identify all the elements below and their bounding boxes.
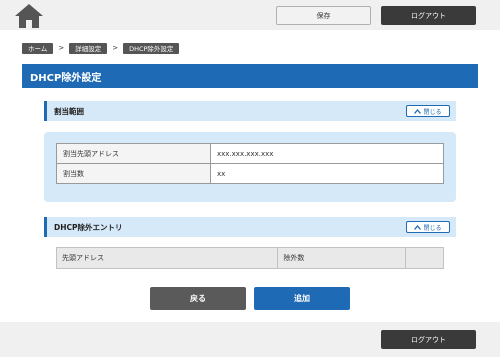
save-button[interactable]: 保存 [276,6,371,25]
row-label: 割当先頭アドレス [56,143,211,164]
home-icon[interactable] [14,3,44,29]
collapse-button-range[interactable]: 閉じる [406,105,450,117]
row-value: xx [210,163,444,184]
breadcrumb: ホーム > 詳細設定 > DHCP除外設定 [22,42,180,54]
table-row: 割当数 xx [56,163,444,184]
section-header-range: 割当範囲 閉じる [44,101,456,121]
content-area [22,88,478,322]
top-header: 保存 ログアウト [0,0,500,30]
section-header-entries: DHCP除外エントリ 閉じる [44,217,456,237]
page-title: DHCP除外設定 [22,64,478,88]
footer-logout-button[interactable]: ログアウト [381,330,476,349]
row-label: 割当数 [56,163,211,184]
range-table: 割当先頭アドレス xxx.xxx.xxx.xxx 割当数 xx [56,143,444,184]
table-row: 割当先頭アドレス xxx.xxx.xxx.xxx [56,143,444,164]
add-button[interactable]: 追加 [254,287,350,310]
section-title: DHCP除外エントリ [54,222,123,232]
breadcrumb-separator: > [112,44,119,52]
chevron-up-icon [414,224,422,230]
column-header-actions [405,247,444,269]
footer: ログアウト [0,322,500,357]
column-header-exclude-count: 除外数 [277,247,407,269]
breadcrumb-current: DHCP除外設定 [123,42,180,54]
collapse-label: 閉じる [423,108,442,116]
breadcrumb-separator: > [58,44,65,52]
section-title: 割当範囲 [54,106,84,116]
row-value: xxx.xxx.xxx.xxx [210,143,444,164]
breadcrumb-advanced[interactable]: 詳細設定 [69,42,108,54]
collapse-label: 閉じる [423,224,442,232]
back-button[interactable]: 戻る [150,287,246,310]
logout-button[interactable]: ログアウト [381,6,476,25]
chevron-up-icon [414,108,422,114]
table-header-row: 先頭アドレス 除外数 [55,247,444,269]
collapse-button-entries[interactable]: 閉じる [406,221,450,233]
column-header-start-address: 先頭アドレス [55,247,279,269]
breadcrumb-home[interactable]: ホーム [22,42,54,54]
entry-table: 先頭アドレス 除外数 [55,247,444,269]
